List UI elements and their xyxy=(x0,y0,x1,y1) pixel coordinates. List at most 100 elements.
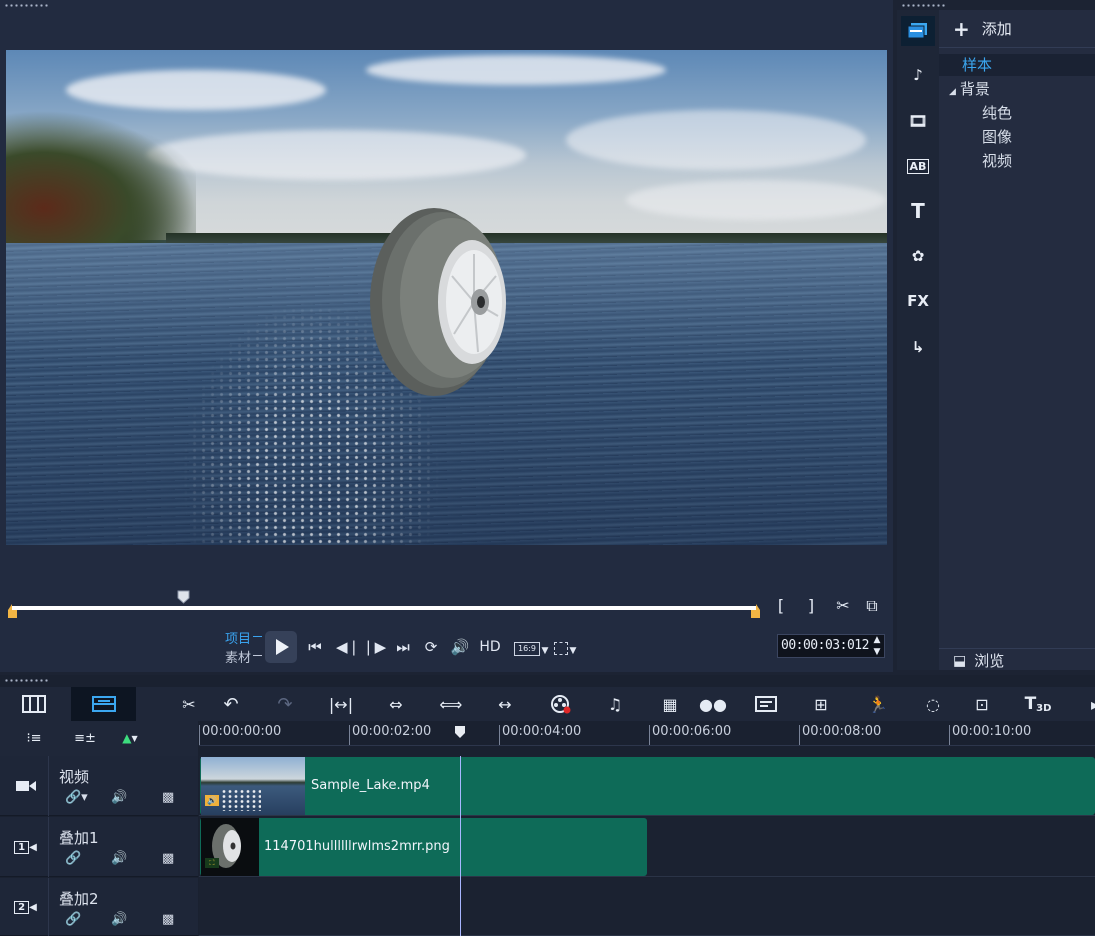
mask-creator-icon[interactable]: ◌ xyxy=(918,689,948,719)
clip-thumbnail: 🔊 xyxy=(201,757,305,815)
mode-project-label[interactable]: 项目 xyxy=(225,628,251,647)
timeline-playhead-marker[interactable] xyxy=(454,725,466,739)
track-overlay-1[interactable]: ⛶ 114701hullllllrwlms2mrr.png xyxy=(199,817,1095,877)
ruler-tick: 00:00:02:00 xyxy=(349,725,431,745)
end-icon[interactable]: ⏭ xyxy=(393,636,413,658)
storyboard-view-icon[interactable] xyxy=(19,689,49,719)
pan-zoom-icon[interactable]: ⊡ xyxy=(967,689,997,719)
track-header-overlay-1: 1 ◀ 叠加1 🔗 🔊 ▩ xyxy=(0,817,198,877)
extend-icon[interactable]: ↔ xyxy=(490,689,520,719)
play-button[interactable] xyxy=(265,631,297,663)
track-overlay-2[interactable] xyxy=(199,878,1095,936)
browse-button[interactable]: ⬓ 浏览 xyxy=(939,648,1095,672)
clip-image[interactable]: ⛶ 114701hullllllrwlms2mrr.png xyxy=(200,818,647,876)
track-volume-icon[interactable]: 🔊 xyxy=(111,790,127,805)
panel-grip[interactable] xyxy=(4,4,50,7)
trim-out-marker[interactable] xyxy=(751,604,760,618)
multi-camera-icon[interactable]: ⊞ xyxy=(806,689,836,719)
record-capture-icon[interactable] xyxy=(546,689,576,719)
timeline-playhead-line[interactable] xyxy=(460,756,461,936)
scrubber-handle[interactable] xyxy=(177,590,190,604)
title-icon[interactable]: T xyxy=(901,196,935,226)
split-clip-icon[interactable]: ✂ xyxy=(833,596,853,615)
crop-dropdown-icon[interactable]: ▼ xyxy=(568,640,578,662)
tree-item-solid-color[interactable]: 纯色 xyxy=(939,102,1095,124)
scrubber-track[interactable] xyxy=(12,606,756,610)
clip-video[interactable]: 🔊 Sample_Lake.mp4 xyxy=(200,757,1095,815)
audio-mixer-icon[interactable]: ♫ xyxy=(600,689,630,719)
timeline-view-icon xyxy=(92,696,116,712)
overlay-track-icon[interactable]: 1 ◀ xyxy=(3,817,49,877)
repeat-icon[interactable]: ⟳ xyxy=(420,636,442,658)
motion-tracking-icon[interactable]: ●● xyxy=(698,689,728,719)
more-tools-icon[interactable]: ▸ xyxy=(1080,689,1095,719)
add-button[interactable]: + 添加 xyxy=(939,10,1095,48)
crop-icon[interactable] xyxy=(554,642,568,655)
image-badge-icon: ⛶ xyxy=(205,858,219,868)
transition-icon[interactable]: AB xyxy=(901,151,935,181)
transparency-icon[interactable]: ▩ xyxy=(162,912,174,927)
fit-project-icon[interactable]: |↔| xyxy=(326,689,356,719)
path-icon[interactable]: ↳ xyxy=(901,332,935,362)
instant-project-icon[interactable]: 🎞 xyxy=(901,106,935,136)
video-track-icon[interactable] xyxy=(3,756,49,816)
fit-window-icon[interactable]: ⇔ xyxy=(381,689,411,719)
link-icon[interactable]: 🔗▾ xyxy=(65,790,88,805)
filter-icon[interactable]: FX xyxy=(901,286,935,316)
track-video[interactable]: 🔊 Sample_Lake.mp4 xyxy=(199,756,1095,816)
ripple-toggle-icon[interactable]: ▲ ▼ xyxy=(115,723,145,753)
timecode-display[interactable]: 00:00:03:012 xyxy=(777,634,885,658)
ripple-edit-icon[interactable]: ⟺ xyxy=(436,689,466,719)
preview-window[interactable] xyxy=(6,50,887,545)
subtitle-editor-icon[interactable] xyxy=(751,689,781,719)
undo-icon[interactable]: ↶ xyxy=(216,689,246,719)
play-icon xyxy=(276,639,289,655)
timecode-stepper[interactable]: ▲ ▼ xyxy=(871,634,883,658)
library-tab-strip: ♪ 🎞 AB T ✿ FX ↳ xyxy=(897,10,939,670)
graphics-icon[interactable]: ✿ xyxy=(901,241,935,271)
time-remapping-icon[interactable]: 🏃 xyxy=(863,689,893,719)
next-frame-icon[interactable]: ❘▶ xyxy=(362,636,386,658)
hd-button[interactable]: HD xyxy=(477,636,503,658)
previous-frame-icon[interactable]: ◀❘ xyxy=(336,636,360,658)
expand-triangle-icon[interactable]: ◢ xyxy=(949,87,956,97)
transparency-icon[interactable]: ▩ xyxy=(162,790,174,805)
track-manager-icon[interactable]: ⁝≡ xyxy=(19,723,49,753)
wheel-overlay-image[interactable] xyxy=(368,206,514,398)
enlarge-preview-icon[interactable]: ⧉ xyxy=(862,596,882,616)
mark-out-icon[interactable]: ] xyxy=(804,596,818,615)
tree-item-video[interactable]: 视频 xyxy=(939,150,1095,172)
mode-clip-label[interactable]: 素材 xyxy=(225,647,251,666)
timeline-panel: ✂ ↶ ↷ |↔| ⇔ ⟺ ↔ ♫ ▦ ●● ⊞ 🏃 ◌ ⊡ T3D ▸ ⁝≡ xyxy=(0,675,1095,936)
preview-cloud xyxy=(66,70,326,110)
video-editor-window: [ ] ✂ ⧉ 项目 素材 ⏮ ◀❘ ❘▶ ⏭ ⟳ 🔊 HD 16:9 ▼ ▼ … xyxy=(0,0,1095,936)
add-chapter-icon[interactable]: ≡± xyxy=(70,723,100,753)
tree-item-samples[interactable]: 样本 xyxy=(939,54,1095,76)
auto-music-icon[interactable]: ▦ xyxy=(655,689,685,719)
aspect-ratio-button[interactable]: 16:9 xyxy=(514,642,540,656)
track-volume-icon[interactable]: 🔊 xyxy=(111,912,127,927)
tree-item-backgrounds-label: 背景 xyxy=(959,80,990,98)
trim-in-marker[interactable] xyxy=(8,604,17,618)
link-icon: 🔗 xyxy=(65,912,82,927)
tree-item-backgrounds[interactable]: ◢ 背景 xyxy=(939,78,1095,100)
timeline-view-button[interactable] xyxy=(71,687,136,721)
overlay-track-icon[interactable]: 2 ◀ xyxy=(3,878,49,936)
aspect-dropdown-icon[interactable]: ▼ xyxy=(540,640,550,662)
volume-icon[interactable]: 🔊 xyxy=(449,636,471,658)
title-3d-icon[interactable]: T 3D xyxy=(1018,689,1058,719)
timeline-ruler[interactable]: 00:00:00:00 00:00:02:00 00:00:04:00 00:0… xyxy=(199,721,1095,746)
tree-item-image[interactable]: 图像 xyxy=(939,126,1095,148)
clip-name: Sample_Lake.mp4 xyxy=(311,778,430,793)
transparency-icon[interactable]: ▩ xyxy=(162,851,174,866)
track-volume-icon[interactable]: 🔊 xyxy=(111,851,127,866)
home-icon[interactable]: ⏮ xyxy=(305,636,325,658)
mark-in-icon[interactable]: [ xyxy=(774,596,788,615)
audio-icon[interactable]: ♪ xyxy=(901,60,935,90)
link-icon: 🔗 xyxy=(65,851,82,866)
library-grip[interactable] xyxy=(901,4,947,7)
mode-project-line xyxy=(253,636,262,637)
media-icon[interactable] xyxy=(901,16,935,46)
tools-icon[interactable]: ✂ xyxy=(174,689,204,719)
timeline-grip[interactable] xyxy=(4,679,50,682)
